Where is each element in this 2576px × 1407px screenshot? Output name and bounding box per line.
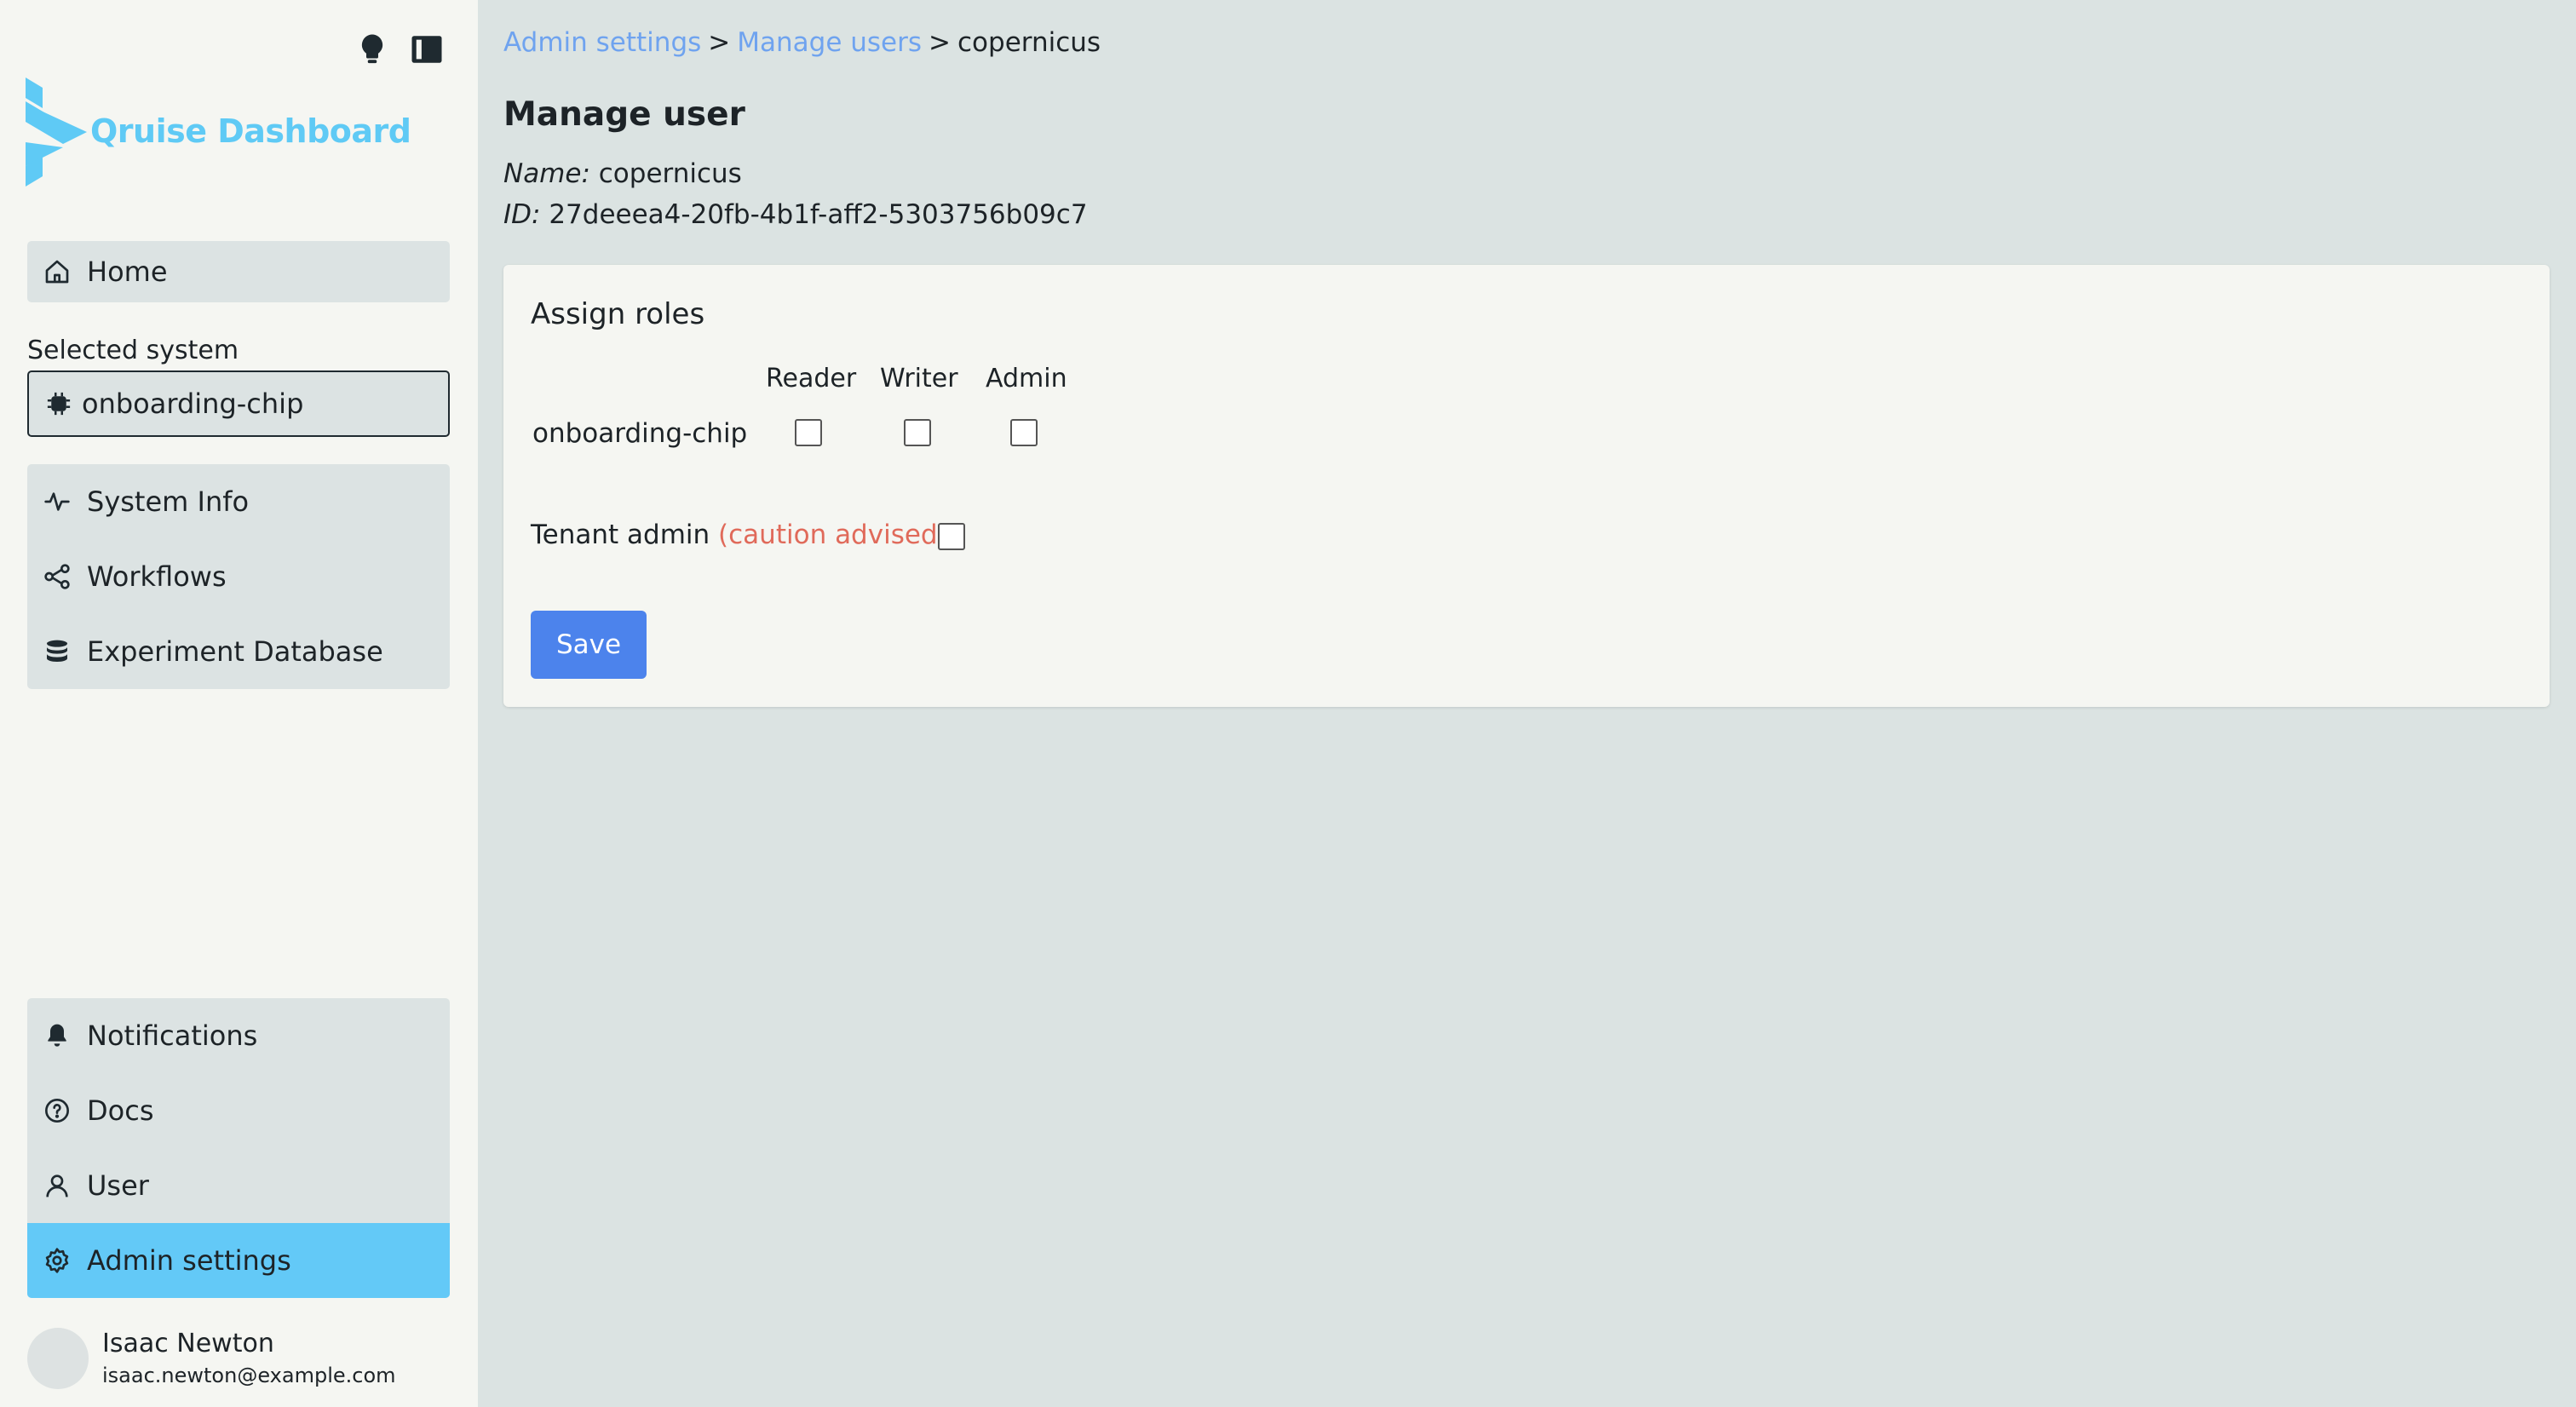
role-row-system-name: onboarding-chip [532, 418, 748, 449]
assign-roles-card: Assign roles Reader Writer Admin onboard… [503, 265, 2550, 707]
sidebar-item-label: Experiment Database [87, 635, 383, 668]
sidebar-item-user[interactable]: User [27, 1148, 450, 1223]
breadcrumb-admin-settings[interactable]: Admin settings [503, 27, 701, 58]
user-card: Isaac Newton isaac.newton@example.com [27, 1327, 396, 1390]
id-label: ID: [503, 199, 541, 230]
home-nav: Home [27, 241, 450, 302]
sidebar-item-label: Docs [87, 1094, 154, 1127]
sidebar-item-home[interactable]: Home [27, 241, 450, 302]
share-nodes-icon [43, 562, 72, 591]
name-value: copernicus [598, 158, 742, 189]
logo: Qruise Dashboard [26, 77, 411, 187]
selected-system-value: onboarding-chip [82, 388, 304, 420]
breadcrumb-manage-users[interactable]: Manage users [737, 27, 922, 58]
activity-icon [43, 487, 72, 516]
writer-checkbox[interactable] [904, 419, 931, 446]
page-title: Manage user [503, 95, 745, 134]
lightbulb-icon[interactable] [352, 29, 393, 70]
selected-system-label: Selected system [27, 336, 239, 365]
database-icon [43, 637, 72, 666]
sidebar-item-label: Notifications [87, 1019, 258, 1052]
gear-icon [43, 1246, 72, 1275]
sidebar-item-docs[interactable]: Docs [27, 1073, 450, 1148]
breadcrumb-separator: > [929, 27, 952, 58]
chip-icon [47, 392, 71, 416]
avatar[interactable] [27, 1328, 89, 1389]
user-name: Isaac Newton [102, 1329, 274, 1358]
breadcrumb: Admin settings > Manage users > copernicus [503, 27, 1101, 58]
bell-icon [43, 1021, 72, 1050]
question-circle-icon [43, 1096, 72, 1125]
sidebar-item-label: Workflows [87, 560, 227, 593]
tenant-admin-row: Tenant admin (caution advised): [531, 520, 957, 550]
tenant-admin-label: Tenant admin [531, 520, 710, 550]
breadcrumb-current: copernicus [957, 27, 1101, 58]
main-content: Admin settings > Manage users > copernicus M… [478, 0, 2576, 1407]
reader-checkbox[interactable] [795, 419, 822, 446]
sidebar-item-workflows[interactable]: Workflows [27, 539, 450, 614]
sidebar-toggle-icon[interactable] [406, 29, 447, 70]
user-icon [43, 1171, 72, 1200]
name-label: Name: [503, 158, 590, 189]
sidebar-item-label: Admin settings [87, 1244, 291, 1277]
sidebar: Qruise Dashboard Home Selected system on… [0, 0, 478, 1407]
save-button[interactable]: Save [531, 611, 647, 679]
sidebar-item-label: System Info [87, 485, 250, 518]
sidebar-item-notifications[interactable]: Notifications [27, 998, 450, 1073]
app-title: Qruise Dashboard [90, 112, 411, 150]
admin-checkbox[interactable] [1010, 419, 1038, 446]
id-value: 27deeea4-20fb-4b1f-aff2-5303756b09c7 [549, 199, 1088, 230]
user-id-row: ID: 27deeea4-20fb-4b1f-aff2-5303756b09c7 [503, 199, 1088, 230]
caution-text: (caution advised) [718, 520, 948, 550]
column-header-admin: Admin [986, 364, 1067, 393]
user-email: isaac.newton@example.com [102, 1364, 396, 1387]
column-header-writer: Writer [880, 364, 958, 393]
system-selector[interactable]: onboarding-chip [27, 370, 450, 437]
column-header-reader: Reader [766, 364, 857, 393]
system-nav: System Info Workflows Experiment Databas… [27, 464, 450, 689]
sidebar-item-experiment-database[interactable]: Experiment Database [27, 614, 450, 689]
user-name-row: Name: copernicus [503, 158, 742, 189]
sidebar-item-admin-settings[interactable]: Admin settings [27, 1223, 450, 1298]
tenant-admin-checkbox[interactable] [938, 523, 965, 550]
sidebar-top-icons [352, 29, 447, 70]
home-icon [43, 257, 72, 286]
sidebar-item-system-info[interactable]: System Info [27, 464, 450, 539]
breadcrumb-separator: > [708, 27, 731, 58]
sidebar-item-label: User [87, 1169, 149, 1202]
qruise-logo-icon [26, 78, 87, 187]
assign-roles-title: Assign roles [531, 297, 705, 331]
sidebar-item-label: Home [87, 256, 168, 288]
bottom-nav: Notifications Docs User Admin settings [27, 998, 450, 1298]
